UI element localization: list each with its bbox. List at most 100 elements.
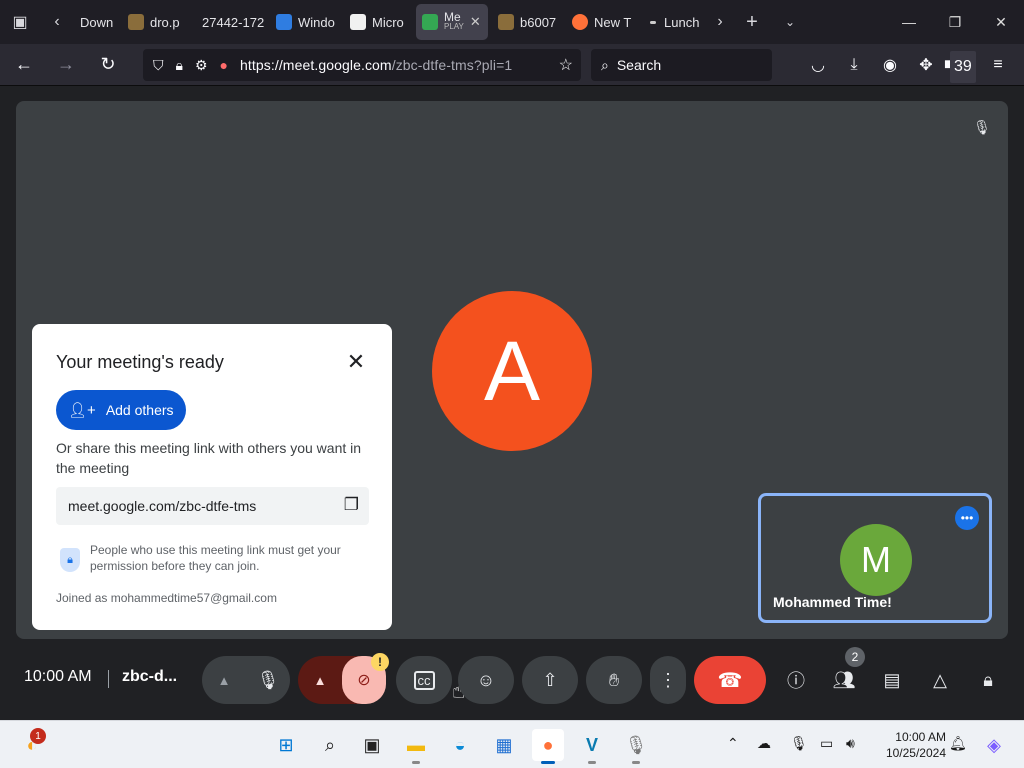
browser-tab[interactable]: Windo — [270, 4, 344, 40]
navigation-bar: ← → ↻ ⛉ 🔒︎ ⚙ ● https://meet.google.com/z… — [0, 44, 1024, 86]
meeting-link-field[interactable]: meet.google.com/zbc-dtfe-tms ❐ — [56, 487, 369, 525]
browser-tab[interactable]: Micro — [344, 4, 416, 40]
camera-warning-badge: ! — [371, 653, 389, 671]
permission-note: People who use this meeting link must ge… — [90, 543, 341, 573]
edge-button[interactable]: ◒ — [444, 729, 476, 761]
browser-tab[interactable]: dro.p — [122, 4, 196, 40]
file-explorer-button[interactable]: ▬ — [400, 729, 432, 764]
tab-scroll-right-icon[interactable]: › — [706, 0, 734, 44]
extension-badge-icon[interactable]: ■ 39 — [944, 49, 980, 83]
edge-icon: ◒ — [454, 734, 466, 755]
people-icon: 👥︎ — [832, 669, 856, 690]
permissions-icon[interactable]: ⚙ — [195, 57, 208, 74]
bookmark-star-icon[interactable]: ☆ — [559, 55, 573, 75]
back-icon[interactable]: ← — [6, 49, 42, 81]
copy-icon[interactable]: ❐ — [344, 495, 359, 515]
meeting-details-button[interactable]: ⓘ — [776, 656, 816, 704]
share-text: Or share this meeting link with others y… — [56, 440, 362, 476]
vscode-button[interactable]: V — [576, 729, 608, 764]
tab-overflow-icon[interactable]: ⌄ — [770, 0, 810, 44]
task-view-icon: ▣ — [363, 734, 381, 755]
volume-icon[interactable]: 🔊︎ — [846, 735, 855, 752]
url-text[interactable]: https://meet.google.com/zbc-dtfe-tms?pli… — [240, 57, 512, 73]
downloads-icon[interactable]: ⤓ — [836, 49, 872, 81]
show-hidden-icons-chevron-icon[interactable]: ⌃ — [727, 735, 739, 752]
browser-tab[interactable]: Down — [74, 4, 118, 40]
chat-button[interactable]: ▤ — [872, 656, 912, 704]
recorder-button[interactable]: 🎙︎ — [620, 729, 652, 764]
info-icon: ⓘ — [787, 671, 805, 691]
present-button[interactable]: ⇧ — [522, 656, 578, 704]
minimize-icon[interactable]: — — [886, 0, 932, 44]
firefox-icon: ● — [542, 734, 554, 755]
forward-icon[interactable]: → — [48, 49, 84, 81]
lock-icon[interactable]: 🔒︎ — [176, 57, 183, 74]
tab-list-icon[interactable]: ▣ — [0, 0, 40, 44]
extension-badge: 39 — [949, 51, 976, 83]
more-options-button[interactable]: ⋮ — [650, 656, 686, 704]
firefox-button[interactable]: ● — [532, 729, 564, 764]
new-tab-icon[interactable]: + — [734, 0, 770, 44]
task-view-button[interactable]: ▣ — [356, 729, 388, 761]
self-avatar: M — [840, 524, 912, 596]
copilot-icon: ◈ — [987, 734, 1001, 755]
restore-icon[interactable]: ❐ — [932, 0, 978, 44]
add-others-button[interactable]: 👤︎+ Add others — [56, 390, 186, 430]
app-v-icon: V — [585, 734, 598, 755]
audio-settings-chevron-icon[interactable]: ▲ — [202, 656, 246, 704]
microphone-tray-icon[interactable]: 🎙︎ — [790, 735, 808, 752]
lock-person-icon: 🔒︎ — [983, 669, 993, 690]
more-options-icon[interactable]: ••• — [955, 506, 979, 530]
copilot-button[interactable]: ◈ — [978, 729, 1010, 761]
tab-scroll-left-icon[interactable]: ‹ — [40, 0, 74, 44]
account-icon[interactable]: ◉ — [872, 49, 908, 81]
video-settings-chevron-icon[interactable]: ▲ — [298, 656, 342, 704]
activities-button[interactable]: △ — [920, 656, 960, 704]
window-controls: — ❐ ✕ — [886, 0, 1024, 44]
start-button[interactable]: ⊞ — [270, 729, 302, 761]
notification-badge: 1 — [30, 728, 46, 744]
search-bar[interactable]: ⌕ Search — [591, 49, 772, 81]
browser-tab-active[interactable]: Me PLAY ✕ — [416, 4, 488, 40]
captions-icon: cc — [413, 670, 435, 690]
system-clock[interactable]: 10:00 AM 10/25/2024 — [870, 729, 946, 761]
captions-button[interactable]: cc — [396, 656, 452, 704]
joined-as: Joined as mohammedtime57@gmail.com — [56, 591, 277, 605]
close-icon[interactable]: ✕ — [344, 349, 368, 374]
microphone-control: ▲ 🎙︎ — [202, 656, 290, 704]
tab-favicon-icon — [498, 14, 514, 30]
more-vert-icon: ⋮ — [659, 669, 677, 690]
pocket-icon[interactable]: ◡ — [800, 49, 836, 81]
emoji-button[interactable]: ☺ — [458, 656, 514, 704]
participant-avatar: A — [432, 291, 592, 451]
self-video-tile[interactable]: M ••• Mohammed Time! — [758, 493, 992, 623]
store-icon: ▦ — [495, 734, 513, 755]
search-button[interactable]: ⌕ — [314, 729, 346, 761]
browser-tab[interactable]: Lunch — [640, 4, 706, 40]
browser-tab[interactable]: b6007 — [492, 4, 566, 40]
chat-icon: ▤ — [883, 669, 901, 690]
store-button[interactable]: ▦ — [488, 729, 520, 761]
close-window-icon[interactable]: ✕ — [978, 0, 1024, 44]
microphone-in-use-icon[interactable]: ● — [220, 57, 228, 73]
mic-muted-icon: 🎙︎ — [973, 118, 991, 135]
hang-up-icon: ☎ — [717, 669, 743, 692]
extensions-icon[interactable]: ✥ — [908, 49, 944, 81]
meet-page: 🎙︎ A Your meeting's ready ✕ 👤︎+ Add othe… — [0, 86, 1024, 720]
onedrive-icon[interactable]: ☁ — [757, 735, 771, 752]
dialog-title: Your meeting's ready — [56, 352, 224, 372]
leave-call-button[interactable]: ☎ — [694, 656, 766, 704]
host-controls-button[interactable]: 🔒︎ — [968, 656, 1008, 704]
divider — [108, 670, 109, 688]
notifications-bell-icon[interactable]: 🔔︎ — [949, 735, 967, 752]
tab-close-icon[interactable]: ✕ — [470, 14, 481, 30]
address-bar[interactable]: ⛉ 🔒︎ ⚙ ● https://meet.google.com/zbc-dtf… — [143, 49, 581, 81]
browser-tab[interactable]: New T — [566, 4, 640, 40]
reload-icon[interactable]: ↻ — [90, 49, 126, 81]
microphone-icon[interactable]: 🎙︎ — [246, 656, 290, 704]
menu-icon[interactable]: ≡ — [980, 49, 1016, 81]
browser-tab[interactable]: 27442-172 — [196, 4, 270, 40]
tracking-shield-icon[interactable]: ⛉ — [153, 57, 164, 74]
raise-hand-button[interactable]: ✋︎ — [586, 656, 642, 704]
network-icon[interactable]: ▭ — [820, 735, 833, 752]
